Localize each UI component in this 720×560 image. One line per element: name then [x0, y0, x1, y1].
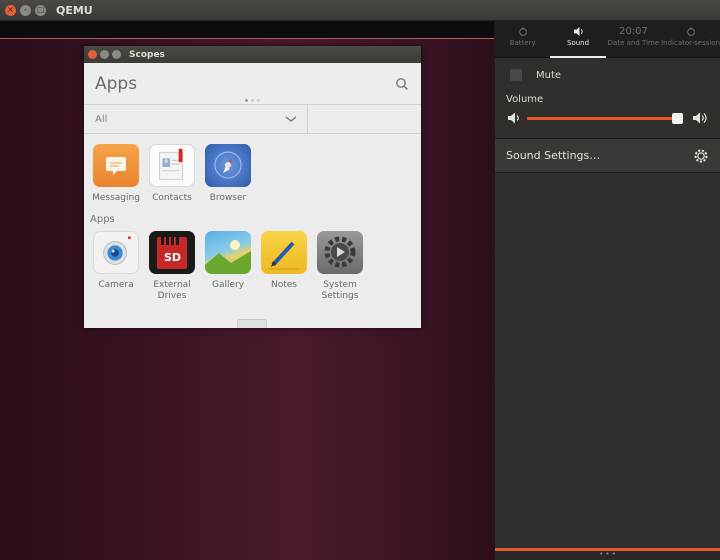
app-label: Browser: [209, 193, 247, 203]
contacts-icon: [149, 144, 195, 187]
chevron-down-icon: [285, 116, 297, 122]
qemu-title-bar: × – □ QEMU: [0, 0, 720, 21]
sd-card-label: SD: [164, 251, 182, 264]
clock-time: 20:07: [618, 26, 648, 37]
window-close-button[interactable]: ×: [5, 4, 16, 16]
featured-apps-section: Messaging Contacts Browser: [84, 134, 421, 204]
settings-icon: [317, 231, 363, 274]
apps-section-title: Apps: [90, 214, 115, 225]
volume-slider-thumb[interactable]: [672, 113, 684, 124]
mute-row: Mute: [495, 60, 720, 90]
volume-high-icon[interactable]: [692, 111, 710, 125]
scopes-close-button[interactable]: [88, 50, 97, 59]
filter-row: All: [84, 105, 421, 134]
app-label: Messaging: [92, 193, 140, 203]
window-minimize-button[interactable]: –: [20, 4, 31, 16]
tab-date-and-time[interactable]: 20:07 Date and Time: [606, 21, 661, 57]
sd-card-icon: SD: [149, 231, 195, 274]
session-icon: [686, 27, 695, 36]
gear-icon: [694, 149, 708, 163]
scopes-window-title: Scopes: [129, 49, 165, 60]
tab-indicator-session[interactable]: Indicator-session: [661, 21, 720, 57]
indicator-tabs: Battery Sound 20:07 Date and Time Indica…: [495, 21, 720, 58]
scopes-maximize-button[interactable]: [112, 50, 121, 59]
notes-icon: [261, 231, 307, 274]
messaging-icon: [93, 144, 139, 187]
mute-checkbox[interactable]: [510, 69, 522, 81]
scope-title: Apps: [95, 74, 138, 94]
chevron-up-icon: [238, 326, 268, 328]
filter-extra-area[interactable]: [308, 105, 421, 133]
app-tile-camera[interactable]: Camera: [88, 231, 144, 302]
tab-sound[interactable]: Sound: [550, 21, 607, 58]
app-label: Contacts: [152, 193, 192, 203]
volume-label: Volume: [506, 94, 544, 105]
department-dropdown[interactable]: All: [84, 105, 308, 133]
department-dropdown-value: All: [95, 114, 108, 125]
window-title: QEMU: [56, 3, 93, 17]
app-label: Notes: [271, 280, 297, 290]
scopes-window: Scopes Apps All Messaging Contacts Brows…: [84, 46, 421, 328]
gallery-icon: [205, 231, 251, 274]
app-tile-gallery[interactable]: Gallery: [200, 231, 256, 302]
panel-handle[interactable]: • • •: [495, 548, 720, 560]
speaker-icon: [573, 26, 583, 37]
sound-settings-item[interactable]: Sound Settings…: [495, 138, 720, 173]
volume-low-icon[interactable]: [507, 111, 523, 125]
search-icon[interactable]: [395, 77, 409, 91]
browser-icon: [205, 144, 251, 187]
scope-header: Apps: [84, 63, 421, 105]
app-tile-browser[interactable]: Browser: [200, 144, 256, 204]
app-tile-notes[interactable]: Notes: [256, 231, 312, 302]
window-maximize-button[interactable]: □: [35, 4, 46, 16]
tab-battery[interactable]: Battery: [495, 21, 550, 57]
tab-label: Sound: [567, 39, 590, 47]
battery-icon: [518, 27, 527, 36]
apps-section: Camera SD External Drives Gallery Notes …: [84, 231, 421, 302]
app-tile-system-settings[interactable]: System Settings: [312, 231, 368, 302]
app-tile-contacts[interactable]: Contacts: [144, 144, 200, 204]
mute-label: Mute: [536, 69, 562, 81]
app-label: Camera: [98, 280, 134, 290]
camera-icon: [93, 231, 139, 274]
bottom-edge-handle[interactable]: [237, 319, 267, 328]
sound-settings-label: Sound Settings…: [506, 149, 601, 162]
volume-slider[interactable]: [527, 113, 684, 124]
scope-page-indicator: [84, 96, 421, 105]
tab-label: Battery: [509, 39, 536, 47]
scopes-title-bar[interactable]: Scopes: [84, 46, 421, 63]
app-label: System Settings: [321, 280, 359, 301]
app-label: External Drives: [153, 280, 191, 301]
scopes-minimize-button[interactable]: [100, 50, 109, 59]
tab-label: Indicator-session: [661, 39, 720, 47]
app-tile-external-drives[interactable]: SD External Drives: [144, 231, 200, 302]
volume-row: [495, 105, 720, 133]
indicator-panel: Battery Sound 20:07 Date and Time Indica…: [494, 21, 720, 560]
app-label: Gallery: [211, 280, 245, 290]
app-tile-messaging[interactable]: Messaging: [88, 144, 144, 204]
tab-label: Date and Time: [607, 39, 660, 47]
